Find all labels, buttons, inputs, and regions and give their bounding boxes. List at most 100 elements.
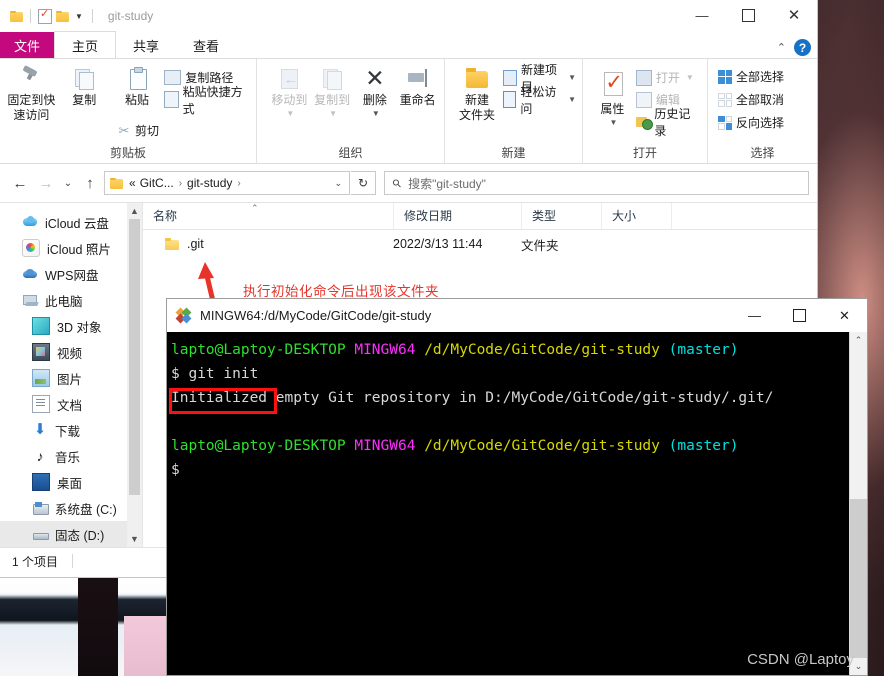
help-button[interactable]: ? xyxy=(794,39,811,56)
address-dropdown-icon[interactable]: ⌄ xyxy=(327,178,349,189)
close-button[interactable]: ✕ xyxy=(771,0,817,30)
scrollbar-thumb[interactable] xyxy=(850,349,867,499)
scroll-up-arrow-icon[interactable]: ▲ xyxy=(130,203,139,219)
terminal-body[interactable]: lapto@Laptoy-DESKTOP MINGW64 /d/MyCode/G… xyxy=(167,332,867,675)
breadcrumb-gitcode[interactable]: GitC... xyxy=(138,176,176,190)
select-none-button[interactable]: 全部取消 xyxy=(718,90,811,109)
select-none-label: 全部取消 xyxy=(736,93,785,107)
chevron-down-icon[interactable]: ▼ xyxy=(286,109,294,118)
search-box[interactable]: ⚲ 搜索"git-study" xyxy=(384,171,809,195)
maximize-button[interactable] xyxy=(725,0,771,30)
column-header-size[interactable]: 大小 xyxy=(601,203,671,229)
tab-home[interactable]: 主页 xyxy=(54,31,117,59)
refresh-button[interactable]: ↻ xyxy=(351,171,376,195)
sidebar-item-icloud-photos[interactable]: iCloud 照片 xyxy=(0,235,142,261)
tab-file[interactable]: 文件 xyxy=(0,32,55,58)
sidebar-item-wps-cloud[interactable]: WPS网盘 xyxy=(0,261,142,287)
chevron-down-icon[interactable]: ▼ xyxy=(73,12,85,21)
chevron-down-icon[interactable]: ▼ xyxy=(568,73,576,82)
file-name-cell[interactable]: .git xyxy=(143,237,393,251)
recent-locations-button[interactable]: ⌄ xyxy=(60,171,76,195)
chevron-down-icon[interactable]: ▼ xyxy=(686,73,694,82)
window-controls: — ✕ xyxy=(679,0,817,30)
chevron-down-icon[interactable]: ▼ xyxy=(372,109,380,118)
open-button[interactable]: 打开 ▼ xyxy=(635,68,701,87)
sidebar-item-pictures[interactable]: 图片 xyxy=(0,365,142,391)
qat-divider xyxy=(30,9,31,23)
sidebar-label: 固态 (D:) xyxy=(55,528,105,543)
scrollbar-thumb[interactable] xyxy=(129,219,140,495)
sidebar-item-ssd-drive[interactable]: 固态 (D:) xyxy=(0,521,142,547)
mingw64-terminal-window: MINGW64:/d/MyCode/GitCode/git-study — ✕ … xyxy=(166,298,868,676)
status-divider xyxy=(72,554,74,568)
terminal-minimize-button[interactable]: — xyxy=(732,299,777,332)
copy-button[interactable]: 复制 xyxy=(59,63,110,107)
tab-view[interactable]: 查看 xyxy=(176,32,236,58)
breadcrumb-separator-2[interactable]: › xyxy=(234,178,243,189)
address-bar-row: ← → ⌄ ↑ « GitC... › git-study › ⌄ ↻ ⚲ 搜索… xyxy=(0,164,817,202)
terminal-maximize-button[interactable] xyxy=(777,299,822,332)
mingw-icon xyxy=(175,307,192,324)
pin-to-quick-access-button[interactable]: 固定到快 速访问 xyxy=(6,63,57,122)
cut-button[interactable]: ✂ 剪切 xyxy=(117,121,159,140)
properties-button[interactable]: 属性 ▼ xyxy=(591,63,634,127)
new-folder-icon[interactable] xyxy=(56,10,69,22)
breadcrumb-git-study[interactable]: git-study xyxy=(185,176,234,190)
open-label: 打开 xyxy=(655,71,680,85)
chevron-down-icon[interactable]: ▼ xyxy=(329,109,337,118)
sidebar-item-videos[interactable]: 视频 xyxy=(0,339,142,365)
move-to-button[interactable]: 移动到 ▼ xyxy=(269,63,310,118)
rename-button[interactable]: 重命名 xyxy=(397,63,438,107)
chevron-down-icon[interactable]: ▼ xyxy=(609,118,617,127)
paste-icon xyxy=(124,66,150,92)
scroll-down-arrow-icon[interactable]: ⌄ xyxy=(855,658,863,675)
sidebar-item-this-pc[interactable]: 此电脑 xyxy=(0,287,142,313)
breadcrumb-separator-1[interactable]: › xyxy=(176,178,185,189)
column-header-date[interactable]: 修改日期 xyxy=(393,203,521,229)
scroll-down-arrow-icon[interactable]: ▼ xyxy=(130,531,139,547)
sidebar-item-desktop[interactable]: 桌面 xyxy=(0,469,142,495)
easy-access-button[interactable]: 轻松访问 ▼ xyxy=(503,85,576,116)
sidebar-item-3d-objects[interactable]: 3D 对象 xyxy=(0,313,142,339)
chevron-up-icon[interactable]: ⌃ xyxy=(777,41,786,54)
new-folder-button[interactable]: 新建 文件夹 xyxy=(453,63,501,122)
invert-selection-button[interactable]: 反向选择 xyxy=(718,113,811,132)
paste-shortcut-button[interactable]: 粘贴快捷方式 xyxy=(164,85,250,116)
terminal-close-button[interactable]: ✕ xyxy=(822,299,867,332)
explorer-menu-icon[interactable] xyxy=(10,10,23,22)
column-header-type[interactable]: 类型 xyxy=(521,203,601,229)
paste-button[interactable]: 粘贴 xyxy=(112,63,163,107)
delete-button[interactable]: ✕ 删除 ▼ xyxy=(355,63,396,118)
scroll-up-arrow-icon[interactable]: ⌃ xyxy=(855,332,863,349)
history-button[interactable]: 历史记录 xyxy=(635,107,701,138)
minimize-button[interactable]: — xyxy=(679,0,725,30)
scrollbar-track[interactable] xyxy=(850,349,867,658)
properties-icon[interactable] xyxy=(38,7,52,24)
tab-share[interactable]: 共享 xyxy=(116,32,176,58)
back-button[interactable]: ← xyxy=(8,171,32,195)
copy-to-button[interactable]: 复制到 ▼ xyxy=(312,63,353,118)
status-item-count: 1 个项目 xyxy=(12,554,59,569)
sidebar-item-system-drive[interactable]: 系统盘 (C:) xyxy=(0,495,142,521)
sidebar-label: 桌面 xyxy=(57,476,83,491)
scrollbar-lower-track[interactable] xyxy=(850,499,867,658)
address-bar[interactable]: « GitC... › git-study › ⌄ xyxy=(104,171,350,195)
breadcrumb-overflow[interactable]: « xyxy=(123,176,138,190)
forward-button[interactable]: → xyxy=(34,171,58,195)
system-drive-icon xyxy=(32,500,49,516)
sidebar-label: 音乐 xyxy=(55,450,81,465)
properties-icon xyxy=(598,70,626,101)
sidebar-item-downloads[interactable]: ⬇ 下载 xyxy=(0,417,142,443)
sidebar-item-documents[interactable]: 文档 xyxy=(0,391,142,417)
table-row[interactable]: .git 2022/3/13 11:44 文件夹 xyxy=(143,230,817,258)
navigation-scrollbar[interactable]: ▲ ▼ xyxy=(127,203,142,547)
select-all-button[interactable]: 全部选择 xyxy=(718,67,811,86)
rename-label: 重命名 xyxy=(399,93,436,107)
column-header-name[interactable]: 名称 xyxy=(143,203,393,229)
terminal-scrollbar[interactable]: ⌃ ⌄ xyxy=(849,332,867,675)
chevron-down-icon[interactable]: ▼ xyxy=(568,95,576,104)
up-button[interactable]: ↑ xyxy=(78,171,102,195)
sidebar-item-icloud-drive[interactable]: iCloud 云盘 xyxy=(0,209,142,235)
sidebar-item-music[interactable]: ♪ 音乐 xyxy=(0,443,142,469)
delete-icon: ✕ xyxy=(365,65,385,91)
